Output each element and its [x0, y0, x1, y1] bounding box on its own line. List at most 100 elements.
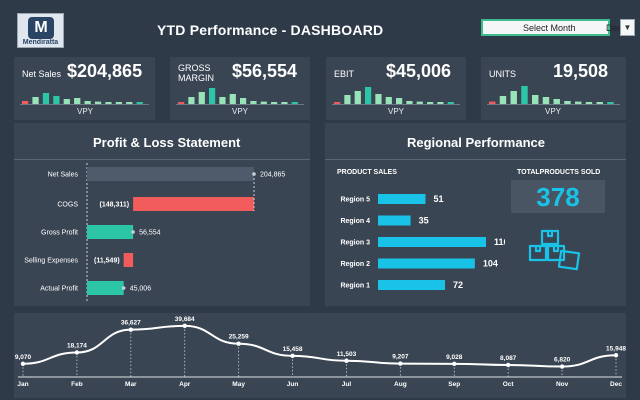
trend-value-label: 11,503 — [337, 351, 357, 358]
kpi-divider — [332, 104, 460, 105]
regional-bar-chart: Region 5 51 Region 4 35 Region 3 116 Region 2 1… — [340, 194, 505, 290]
kpi-sparkbars — [489, 86, 614, 104]
kpi-vpy-label: VPY — [77, 107, 94, 116]
trend-month-label: Sep — [448, 381, 460, 388]
kpi-card-ebit: EBIT $45,006 VPY — [326, 57, 466, 120]
regional-title: Regional Performance — [407, 135, 545, 150]
kpi-card-gross-margin: GROSS MARGIN $56,554 VPY — [170, 57, 310, 120]
kpi-bar — [53, 96, 60, 104]
kpi-bar — [375, 94, 382, 104]
kpi-sparkbars — [22, 93, 143, 104]
total-products-label: TOTALPRODUCTS SOLD — [517, 169, 601, 176]
trend-point — [344, 358, 349, 363]
kpi-bar — [209, 88, 216, 104]
trend-value-label: 15,458 — [283, 346, 303, 353]
trend-month-label: Dec — [610, 381, 622, 388]
pnl-divider — [14, 159, 310, 160]
pnl-bar — [87, 225, 134, 239]
trend-month-label: Jun — [287, 381, 299, 388]
trend-month-label: Jul — [342, 381, 352, 388]
kpi-bar — [510, 91, 517, 104]
kpi-bar — [365, 87, 372, 104]
trend-month-label: Oct — [503, 381, 515, 388]
kpi-value: $204,865 — [67, 61, 143, 81]
kpi-bar — [354, 91, 361, 104]
trend-value-label: 9,207 — [392, 354, 409, 361]
region-label: Region 2 — [340, 261, 370, 268]
pnl-title: Profit & Loss Statement — [93, 135, 241, 150]
kpi-divider — [20, 104, 149, 105]
region-label: Region 5 — [340, 197, 370, 204]
pnl-bar — [123, 253, 134, 267]
logo-text: Mendiratta — [22, 39, 59, 46]
kpi-bar — [188, 97, 195, 104]
trend-line — [22, 324, 617, 368]
kpi-label-line1: GROSS — [178, 63, 211, 73]
trend-point — [613, 353, 619, 358]
monthly-trend-panel: 9,070 Jan 18,174 Feb 36,627 Mar 39,684 Apr 25,25… — [14, 313, 626, 398]
trend-point — [20, 361, 26, 366]
trend-point — [290, 353, 295, 359]
kpi-vpy-label: VPY — [388, 107, 405, 116]
regional-divider — [325, 159, 626, 160]
trend-point — [236, 341, 241, 346]
kpi-value: $56,554 — [232, 61, 298, 81]
pnl-value-label: 204,865 — [260, 172, 285, 179]
kpi-value: $45,006 — [386, 61, 452, 81]
kpi-sparkbars — [178, 88, 298, 104]
page-title: YTD Performance - DASHBOARD — [157, 22, 384, 38]
pnl-category-label: Net Sales — [48, 172, 79, 179]
trend-value-label: 9,070 — [15, 354, 32, 361]
region-value-label: 116 — [494, 237, 505, 247]
kpi-vpy-label: VPY — [545, 107, 562, 116]
monthly-trend-chart: 9,070 Jan 18,174 Feb 36,627 Mar 39,684 Apr 25,25… — [15, 316, 626, 388]
region-label: Region 3 — [340, 240, 370, 247]
kpi-vpy-label: VPY — [232, 107, 249, 116]
trend-month-label: Jan — [17, 381, 28, 388]
pnl-value-label: 56,554 — [139, 230, 161, 237]
kpi-label: Net Sales — [22, 69, 62, 79]
region-value-label: 104 — [483, 259, 498, 269]
trend-value-label: 9,028 — [446, 354, 463, 361]
kpi-bar — [499, 96, 507, 104]
trend-point — [452, 361, 457, 367]
kpi-bar — [229, 94, 236, 104]
kpi-label: GROSS MARGIN — [178, 63, 214, 83]
pnl-bar — [133, 197, 254, 211]
kpi-bar — [42, 93, 50, 104]
trend-month-label: Aug — [394, 381, 407, 388]
chevron-down-icon[interactable]: ▼ — [620, 19, 635, 36]
kpi-divider — [176, 104, 304, 105]
pnl-marker — [121, 286, 126, 290]
pnl-category-label: Selling Expenses — [24, 258, 78, 265]
region-label: Region 1 — [340, 283, 370, 290]
kpi-bar — [385, 97, 392, 104]
region-bar — [378, 215, 411, 226]
product-sales-label: PRODUCT SALES — [337, 169, 397, 176]
kpi-label: UNITS — [489, 69, 516, 79]
pnl-value-label: (11,549) — [94, 258, 120, 265]
trend-value-label: 15,948 — [606, 345, 626, 352]
kpi-bar — [344, 95, 351, 104]
month-select[interactable]: Select Month Dec — [481, 19, 622, 36]
trend-point — [559, 364, 565, 369]
kpi-bar — [198, 92, 205, 104]
total-products-value: 378 — [536, 182, 580, 212]
trend-month-label: May — [232, 381, 245, 388]
region-bar — [378, 258, 475, 269]
kpi-bar — [32, 97, 39, 104]
trend-point — [182, 323, 187, 329]
trend-value-label: 6,820 — [554, 357, 571, 364]
kpi-bar — [219, 97, 226, 104]
pnl-panel: Profit & Loss Statement Net Sales 204,865… — [14, 123, 310, 306]
pnl-bar — [87, 281, 124, 295]
kpi-bar — [521, 86, 528, 104]
kpi-label: EBIT — [334, 69, 355, 79]
kpi-card-net-sales: Net Sales $204,865 VPY — [14, 57, 155, 120]
pnl-category-label: Gross Profit — [41, 230, 78, 237]
total-products-box: 378 — [511, 180, 605, 213]
trend-value-label: 36,627 — [121, 320, 141, 327]
trend-value-label: 39,684 — [175, 316, 195, 323]
trend-month-label: Nov — [556, 381, 569, 388]
company-logo: M Mendiratta — [17, 13, 64, 48]
